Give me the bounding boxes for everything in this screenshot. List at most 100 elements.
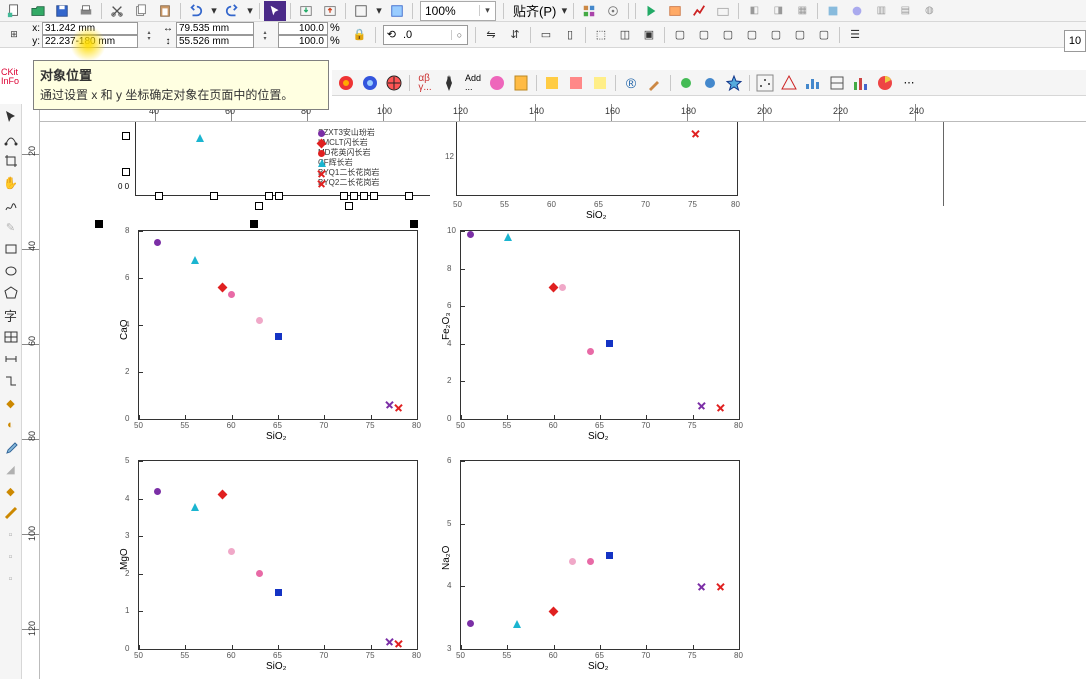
star-blue-icon[interactable] (723, 72, 745, 94)
width-input[interactable] (176, 22, 254, 35)
preview-icon[interactable] (386, 1, 408, 21)
brush-icon[interactable] (644, 72, 666, 94)
xy-spin-dn[interactable]: ▾ (144, 35, 154, 41)
macro-icon[interactable] (664, 1, 686, 21)
print-icon[interactable] (75, 1, 97, 21)
paste-icon[interactable] (154, 1, 176, 21)
swatch-a-icon[interactable] (541, 72, 563, 94)
copy-icon[interactable] (130, 1, 152, 21)
swatch-b-icon[interactable] (565, 72, 587, 94)
add-icon[interactable]: Add... (462, 72, 484, 94)
pie-icon[interactable] (874, 72, 896, 94)
panel-mgo[interactable]: MgOSiO₂50556065707580012345 (138, 460, 418, 650)
redo-icon[interactable] (221, 1, 243, 21)
open-icon[interactable] (27, 1, 49, 21)
zoom-combo[interactable]: ▾ (420, 1, 496, 21)
polygon-tool-icon[interactable] (1, 283, 21, 303)
mirror-v-icon[interactable]: ⇵ (504, 25, 526, 45)
import-icon[interactable] (295, 1, 317, 21)
more-icon[interactable]: ⋯ (898, 72, 920, 94)
chart-icon[interactable] (688, 1, 710, 21)
shape-tool-icon[interactable] (1, 129, 21, 149)
circle-green-icon[interactable] (675, 72, 697, 94)
xy-grid-icon[interactable]: ⊞ (3, 25, 25, 45)
pan-tool-icon[interactable]: ✋ (1, 173, 21, 193)
selection-handle[interactable] (95, 220, 103, 228)
circle-blue-icon[interactable] (699, 72, 721, 94)
flower-red-icon[interactable] (335, 72, 357, 94)
ellipse-tool-icon[interactable] (1, 261, 21, 281)
fill-tool-icon[interactable]: ◆ (1, 481, 21, 501)
rect-tool-icon[interactable] (1, 239, 21, 259)
ball-icon[interactable] (383, 72, 405, 94)
rotation-input[interactable] (399, 29, 451, 41)
rotation-drop-icon[interactable]: ○ (451, 30, 467, 40)
redo-drop-icon[interactable]: ▾ (245, 1, 255, 21)
selection-handle[interactable] (410, 220, 418, 228)
x-input[interactable] (42, 22, 138, 35)
panel-cao[interactable]: CaOSiO₂5055606570758002468 (138, 230, 418, 420)
alphabeta-icon[interactable]: αβγ... (414, 72, 436, 94)
scaley-input[interactable] (278, 35, 328, 48)
align-b-icon[interactable]: ▯ (559, 25, 581, 45)
y-input[interactable] (42, 35, 138, 48)
lock-ratio-icon[interactable]: 🔒 (349, 25, 371, 45)
order-g-icon[interactable]: ▢ (813, 25, 835, 45)
dimension-tool-icon[interactable] (1, 349, 21, 369)
outline-tool-icon[interactable] (1, 503, 21, 523)
connector-tool-icon[interactable] (1, 371, 21, 391)
arrange-b-icon[interactable]: ◫ (614, 25, 636, 45)
snap-menu[interactable]: 贴齐(P) (513, 1, 556, 20)
fullscreen-drop-icon[interactable]: ▾ (374, 1, 384, 21)
extra-tool-2-icon[interactable]: ▫ (1, 547, 21, 567)
bars-color-icon[interactable] (850, 72, 872, 94)
pick-tool-icon[interactable] (1, 107, 21, 127)
order-back-icon[interactable]: ▢ (717, 25, 739, 45)
rotation-box[interactable]: ⟲ ○ (383, 25, 468, 45)
extra-a-icon[interactable] (822, 1, 844, 21)
zoom-input[interactable] (421, 4, 479, 18)
crop-tool-icon[interactable] (1, 151, 21, 171)
mirror-h-icon[interactable]: ⇋ (480, 25, 502, 45)
right-clipped-input[interactable]: 10 (1064, 30, 1086, 52)
launch-icon[interactable] (712, 1, 734, 21)
scatter-icon[interactable] (754, 72, 776, 94)
histogram-icon[interactable] (802, 72, 824, 94)
save-icon[interactable] (51, 1, 73, 21)
undo-drop-icon[interactable]: ▾ (209, 1, 219, 21)
triangle-icon[interactable] (778, 72, 800, 94)
transparency-tool-icon[interactable]: ◐ (1, 415, 21, 435)
extra-tool-3-icon[interactable]: ▫ (1, 569, 21, 589)
pointer-icon[interactable] (264, 1, 286, 21)
registered-icon[interactable]: ® (620, 72, 642, 94)
freehand-tool-icon[interactable] (1, 195, 21, 215)
wh-spin-dn[interactable]: ▾ (260, 35, 270, 41)
cut-icon[interactable] (106, 1, 128, 21)
options2-icon[interactable] (602, 1, 624, 21)
canvas[interactable]: 0 0 SZXT3安山玢岩LMCLT闪长岩MD花英闪长岩CF辉长岩BYQ1二长花… (40, 122, 1086, 679)
compass-icon[interactable]: N (438, 72, 460, 94)
selection-handle[interactable] (250, 220, 258, 228)
order-f-icon[interactable]: ▢ (789, 25, 811, 45)
panel-partial-left[interactable] (135, 122, 430, 196)
extra-b-icon[interactable] (846, 1, 868, 21)
new-icon[interactable] (3, 1, 25, 21)
order-fwd-icon[interactable]: ▢ (693, 25, 715, 45)
order-bwd-icon[interactable]: ▢ (741, 25, 763, 45)
brain-pink-icon[interactable] (486, 72, 508, 94)
panel-na2o[interactable]: Na₂OSiO₂505560657075803456 (460, 460, 740, 650)
flower-blue-icon[interactable] (359, 72, 381, 94)
options-icon[interactable] (578, 1, 600, 21)
snap-drop-icon[interactable]: ▾ (559, 1, 569, 21)
order-e-icon[interactable]: ▢ (765, 25, 787, 45)
arrange-a-icon[interactable]: ⬚ (590, 25, 612, 45)
fullscreen-icon[interactable] (350, 1, 372, 21)
eyedropper-tool-icon[interactable] (1, 437, 21, 457)
extra-tool-1-icon[interactable]: ▫ (1, 525, 21, 545)
swatch-c-icon[interactable] (589, 72, 611, 94)
box-icon[interactable] (826, 72, 848, 94)
scalex-input[interactable] (278, 22, 328, 35)
interactive-fill-icon[interactable]: ◢ (1, 459, 21, 479)
align-panel-icon[interactable]: ☰ (844, 25, 866, 45)
table-tool-icon[interactable] (1, 327, 21, 347)
